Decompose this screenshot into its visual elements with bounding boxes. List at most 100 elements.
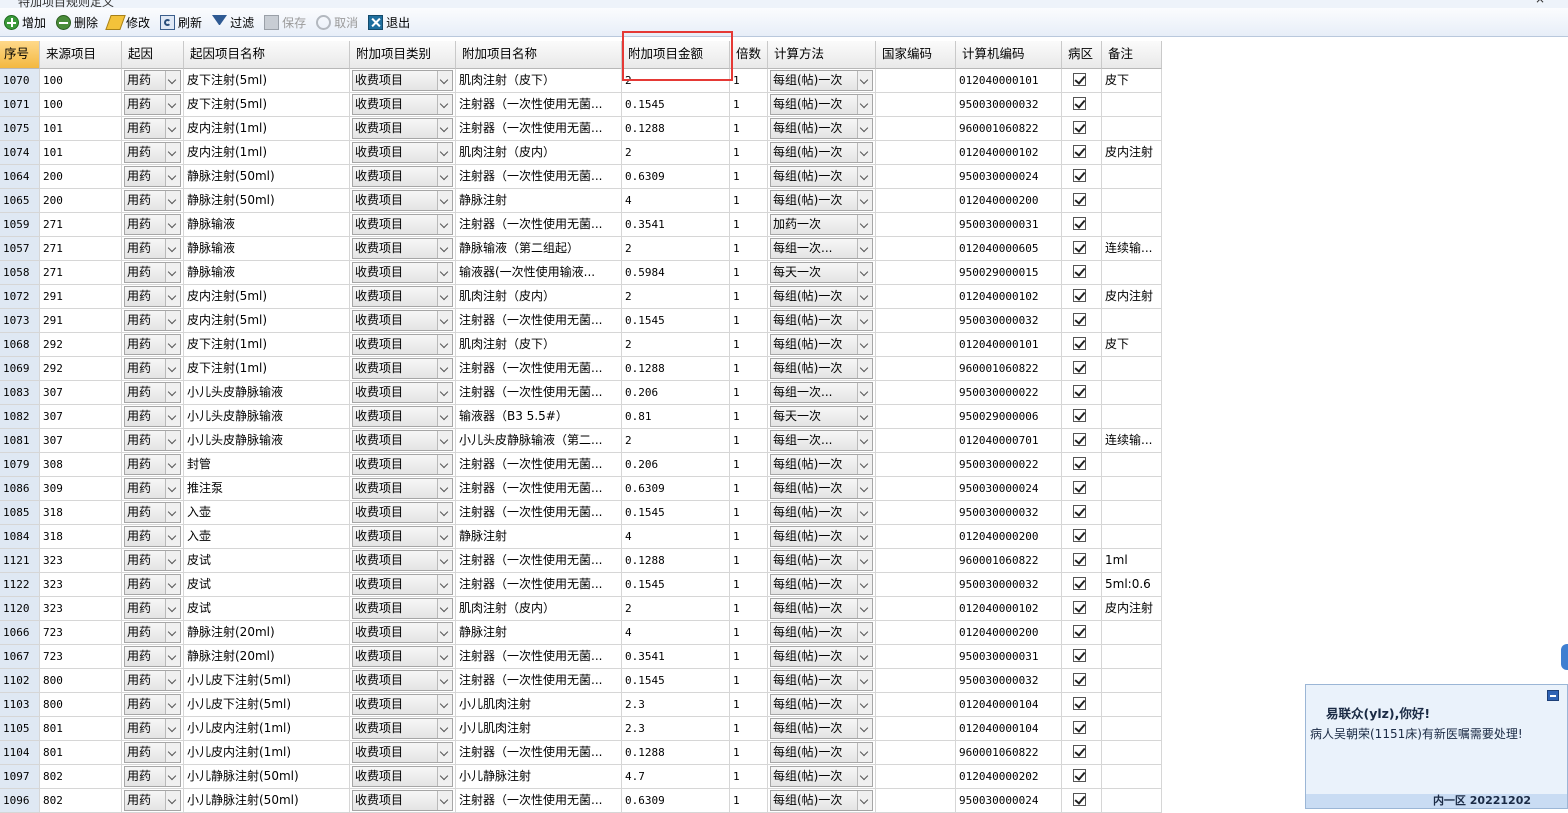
table-row[interactable]: 1074 101 用药 皮内注射(1ml) 收费项目 肌肉注射（皮内） 2 1 每组(帖)一次 0… xyxy=(0,141,1162,165)
header-col-calc-method[interactable]: 计算方法 xyxy=(768,41,876,69)
table-row[interactable]: 1068 292 用药 皮下注射(1ml) 收费项目 肌肉注射（皮下） 2 1 每组(帖)一次 0… xyxy=(0,333,1162,357)
table-cell[interactable] xyxy=(1102,741,1162,765)
table-cell[interactable]: 308 xyxy=(40,453,122,477)
table-cell[interactable]: 1 xyxy=(730,429,768,453)
cause-select[interactable]: 用药 xyxy=(124,142,181,163)
table-cell[interactable]: 960001060822 xyxy=(956,117,1062,141)
table-cell[interactable]: 4.7 xyxy=(622,765,730,789)
table-cell[interactable] xyxy=(876,765,956,789)
side-drawer-tab[interactable] xyxy=(1561,644,1568,670)
cause-select[interactable]: 用药 xyxy=(124,214,181,235)
table-cell[interactable]: 291 xyxy=(40,285,122,309)
table-cell[interactable]: 皮内注射(5ml) xyxy=(184,309,350,333)
table-cell[interactable]: 012040000101 xyxy=(956,69,1062,93)
table-cell[interactable]: 0.5984 xyxy=(622,261,730,285)
table-cell[interactable]: 1 xyxy=(730,765,768,789)
table-cell[interactable]: 1086 xyxy=(0,477,40,501)
table-cell[interactable]: 012040000102 xyxy=(956,141,1062,165)
table-cell[interactable]: 1 xyxy=(730,213,768,237)
table-cell[interactable]: 1 xyxy=(730,189,768,213)
cause-select[interactable]: 用药 xyxy=(124,790,181,811)
table-cell[interactable]: 5ml:0.6 xyxy=(1102,573,1162,597)
table-cell[interactable]: 100 xyxy=(40,69,122,93)
cause-select[interactable]: 用药 xyxy=(124,646,181,667)
table-cell[interactable]: 800 xyxy=(40,693,122,717)
table-cell[interactable] xyxy=(1102,405,1162,429)
calc-method-select[interactable]: 每组(帖)一次 xyxy=(770,142,873,163)
calc-method-select[interactable]: 每组(帖)一次 xyxy=(770,598,873,619)
table-row[interactable]: 1079 308 用药 封管 收费项目 注射器（一次性使用无菌... 0.206 1 每组(帖)… xyxy=(0,453,1162,477)
chevron-down-icon[interactable] xyxy=(857,71,872,90)
table-cell[interactable]: 肌肉注射（皮下） xyxy=(456,69,622,93)
table-cell[interactable]: 入壶 xyxy=(184,501,350,525)
table-cell[interactable]: 注射器（一次性使用无菌... xyxy=(456,357,622,381)
ward-checkbox[interactable] xyxy=(1073,433,1086,446)
table-cell[interactable]: 1057 xyxy=(0,237,40,261)
chevron-down-icon[interactable] xyxy=(165,359,180,378)
table-cell[interactable]: 注射器（一次性使用无菌... xyxy=(456,645,622,669)
cause-select[interactable]: 用药 xyxy=(124,454,181,475)
table-cell[interactable]: 注射器（一次性使用无菌... xyxy=(456,741,622,765)
ward-checkbox[interactable] xyxy=(1073,673,1086,686)
chevron-down-icon[interactable] xyxy=(437,311,452,330)
chevron-down-icon[interactable] xyxy=(437,671,452,690)
table-cell[interactable]: 1085 xyxy=(0,501,40,525)
ward-checkbox[interactable] xyxy=(1073,265,1086,278)
header-col-seq[interactable]: 序号 xyxy=(0,41,40,69)
addon-type-select[interactable]: 收费项目 xyxy=(352,334,453,355)
table-cell[interactable]: 0.3541 xyxy=(622,213,730,237)
table-cell[interactable]: 1 xyxy=(730,741,768,765)
header-col-computer-code[interactable]: 计算机编码 xyxy=(956,41,1062,69)
table-cell[interactable] xyxy=(1102,789,1162,813)
table-cell[interactable] xyxy=(876,69,956,93)
table-cell[interactable]: 1 xyxy=(730,141,768,165)
table-cell[interactable]: 皮下注射(5ml) xyxy=(184,69,350,93)
table-cell[interactable]: 960001060822 xyxy=(956,357,1062,381)
chevron-down-icon[interactable] xyxy=(437,503,452,522)
table-cell[interactable]: 1069 xyxy=(0,357,40,381)
calc-method-select[interactable]: 每组(帖)一次 xyxy=(770,310,873,331)
table-row[interactable]: 1066 723 用药 静脉注射(20ml) 收费项目 静脉注射 4 1 每组(帖)一次 0120… xyxy=(0,621,1162,645)
table-cell[interactable]: 2.3 xyxy=(622,693,730,717)
table-cell[interactable]: 小儿静脉注射(50ml) xyxy=(184,789,350,813)
table-row[interactable]: 1083 307 用药 小儿头皮静脉输液 收费项目 注射器（一次性使用无菌... 0.206… xyxy=(0,381,1162,405)
table-cell[interactable]: 注射器（一次性使用无菌... xyxy=(456,501,622,525)
table-cell[interactable] xyxy=(1102,381,1162,405)
table-cell[interactable]: 皮内注射 xyxy=(1102,141,1162,165)
table-cell[interactable]: 注射器（一次性使用无菌... xyxy=(456,573,622,597)
table-cell[interactable]: 封管 xyxy=(184,453,350,477)
table-cell[interactable]: 注射器（一次性使用无菌... xyxy=(456,165,622,189)
calc-method-select[interactable]: 每组(帖)一次 xyxy=(770,742,873,763)
table-cell[interactable] xyxy=(1102,477,1162,501)
table-cell[interactable]: 0.1288 xyxy=(622,357,730,381)
table-cell[interactable]: 292 xyxy=(40,333,122,357)
table-cell[interactable]: 1 xyxy=(730,333,768,357)
table-cell[interactable]: 1102 xyxy=(0,669,40,693)
cause-select[interactable]: 用药 xyxy=(124,358,181,379)
table-cell[interactable]: 318 xyxy=(40,501,122,525)
chevron-down-icon[interactable] xyxy=(437,527,452,546)
minimize-icon[interactable] xyxy=(1547,690,1559,701)
table-cell[interactable]: 012040000102 xyxy=(956,285,1062,309)
cause-select[interactable]: 用药 xyxy=(124,334,181,355)
table-cell[interactable]: 小儿静脉注射(50ml) xyxy=(184,765,350,789)
table-cell[interactable]: 801 xyxy=(40,741,122,765)
table-cell[interactable]: 950030000032 xyxy=(956,669,1062,693)
header-col-addon-type[interactable]: 附加项目类别 xyxy=(350,41,456,69)
chevron-down-icon[interactable] xyxy=(165,671,180,690)
cause-select[interactable]: 用药 xyxy=(124,502,181,523)
chevron-down-icon[interactable] xyxy=(165,719,180,738)
table-cell[interactable]: 0.6309 xyxy=(622,789,730,813)
cause-select[interactable]: 用药 xyxy=(124,550,181,571)
table-cell[interactable]: 注射器（一次性使用无菌... xyxy=(456,117,622,141)
table-cell[interactable]: 肌肉注射（皮内） xyxy=(456,597,622,621)
table-cell[interactable]: 1 xyxy=(730,237,768,261)
table-cell[interactable]: 1 xyxy=(730,261,768,285)
chevron-down-icon[interactable] xyxy=(857,263,872,282)
calc-method-select[interactable]: 每组(帖)一次 xyxy=(770,502,873,523)
table-cell[interactable]: 1 xyxy=(730,621,768,645)
chevron-down-icon[interactable] xyxy=(437,719,452,738)
table-cell[interactable]: 2 xyxy=(622,597,730,621)
table-cell[interactable]: 1 xyxy=(730,69,768,93)
ward-checkbox[interactable] xyxy=(1073,241,1086,254)
